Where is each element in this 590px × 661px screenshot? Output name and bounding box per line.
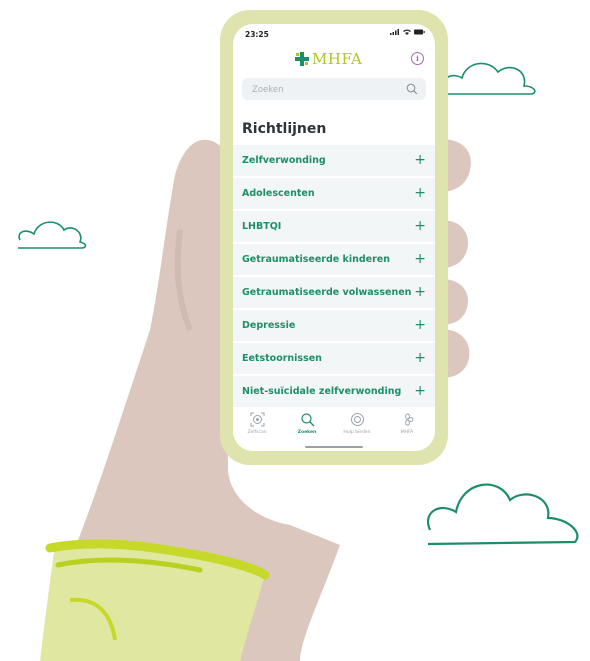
expand-plus-icon[interactable]: +	[414, 186, 426, 200]
tab-label: Hulp bieden	[343, 430, 371, 435]
tab-label: Zoeken	[297, 430, 317, 435]
search-bar[interactable]	[242, 78, 426, 100]
phone-frame: 23:25 MHFA i Zoeken Richtlijnen Zelfverw…	[220, 10, 448, 465]
guideline-label: Niet-suïcidale zelfverwonding	[242, 386, 402, 397]
logo-cross-icon	[295, 52, 309, 66]
section-title: Richtlijnen	[242, 121, 327, 137]
tab-hulp-bieden[interactable]: Hulp bieden	[333, 412, 381, 435]
expand-plus-icon[interactable]: +	[414, 318, 426, 332]
home-indicator	[305, 446, 363, 448]
guideline-item[interactable]: Eetstoornissen +	[233, 343, 435, 374]
tab-bar: Zelfscan Zoeken Hulp bieden MHFA	[233, 408, 435, 451]
status-icons	[390, 29, 425, 37]
mhfa-logo: MHFA	[295, 50, 362, 68]
guideline-list: Zelfverwonding + Adolescenten + LHBTQI +…	[233, 145, 435, 409]
tab-zelfscan[interactable]: Zelfscan	[233, 412, 281, 435]
battery-icon	[414, 29, 425, 35]
guideline-label: Eetstoornissen	[242, 353, 322, 364]
guideline-item[interactable]: Getraumatiseerde kinderen +	[233, 244, 435, 275]
app-header: MHFA i	[233, 46, 435, 72]
guideline-item[interactable]: Niet-suïcidale zelfverwonding +	[233, 376, 435, 407]
guideline-label: LHBTQI	[242, 221, 282, 232]
search-icon	[300, 413, 314, 427]
guideline-label: Adolescenten	[242, 188, 315, 199]
expand-plus-icon[interactable]: +	[414, 285, 426, 299]
expand-plus-icon[interactable]: +	[414, 351, 426, 365]
signal-icon	[390, 29, 400, 35]
cloud-shape	[442, 62, 536, 95]
wifi-icon	[402, 29, 411, 35]
lifebuoy-icon	[350, 413, 364, 426]
tab-label: MHFA	[400, 430, 414, 435]
scan-icon	[250, 412, 264, 427]
cloud-shape	[427, 483, 579, 546]
logo-text: MHFA	[312, 50, 363, 68]
expand-plus-icon[interactable]: +	[414, 384, 426, 398]
search-input[interactable]	[250, 81, 404, 99]
expand-plus-icon[interactable]: +	[414, 219, 426, 233]
expand-plus-icon[interactable]: +	[414, 153, 426, 167]
status-bar: 23:25	[233, 24, 435, 42]
guideline-label: Zelfverwonding	[242, 155, 326, 166]
guideline-label: Depressie	[242, 320, 296, 331]
tab-mhfa[interactable]: MHFA	[383, 412, 431, 435]
expand-plus-icon[interactable]: +	[414, 252, 426, 266]
info-button[interactable]: i	[411, 52, 424, 65]
guideline-item[interactable]: Adolescenten +	[233, 178, 435, 209]
tab-label: Zelfscan	[247, 430, 267, 435]
tab-zoeken[interactable]: Zoeken	[283, 412, 331, 435]
cloud-shape	[18, 221, 87, 249]
flower-icon	[404, 413, 413, 426]
status-time: 23:25	[245, 30, 269, 39]
guideline-label: Getraumatiseerde volwassenen	[242, 287, 412, 298]
guideline-item[interactable]: Depressie +	[233, 310, 435, 341]
illustration-scene: 23:25 MHFA i Zoeken Richtlijnen Zelfverw…	[0, 0, 590, 661]
guideline-label: Getraumatiseerde kinderen	[242, 254, 390, 265]
app-screen: 23:25 MHFA i Zoeken Richtlijnen Zelfverw…	[233, 24, 435, 451]
guideline-item[interactable]: LHBTQI +	[233, 211, 435, 242]
guideline-item[interactable]: Zelfverwonding +	[233, 145, 435, 176]
guideline-item[interactable]: Getraumatiseerde volwassenen +	[233, 277, 435, 308]
search-icon[interactable]	[406, 83, 418, 95]
